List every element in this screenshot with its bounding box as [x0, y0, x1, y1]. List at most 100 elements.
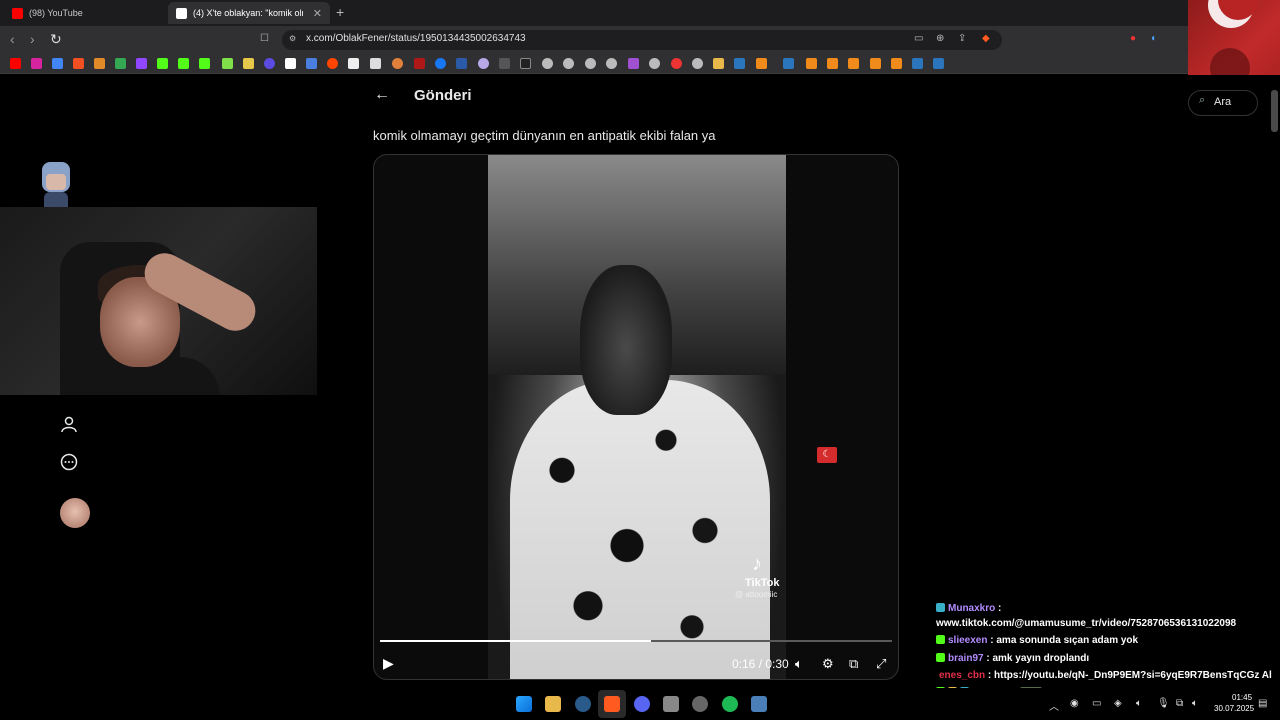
- clock-date[interactable]: 30.07.2025: [1214, 704, 1254, 713]
- back-icon[interactable]: ‹: [10, 31, 15, 47]
- bookmark-globe-icon[interactable]: [692, 58, 703, 69]
- bookmark-drive-icon[interactable]: [115, 58, 126, 69]
- app-icon[interactable]: [663, 696, 679, 712]
- bookmark-kick-icon[interactable]: [157, 58, 168, 69]
- discord-icon[interactable]: [634, 696, 650, 712]
- profile-icon[interactable]: [60, 415, 78, 438]
- post-text: komik olmamayı geçtim dünyanın en antipa…: [373, 128, 716, 143]
- forward-icon[interactable]: ›: [30, 31, 35, 47]
- bookmark-globe-icon[interactable]: [542, 58, 553, 69]
- bookmark-globe-icon[interactable]: [606, 58, 617, 69]
- bookmark-site-icon[interactable]: [520, 58, 531, 69]
- close-tab-icon[interactable]: ✕: [313, 7, 322, 20]
- bookmark-globe-icon[interactable]: [585, 58, 596, 69]
- tray-steam-icon[interactable]: ◉: [1070, 698, 1079, 709]
- bookmark-youtube-icon[interactable]: [10, 58, 21, 69]
- tab-youtube[interactable]: (98) YouTube: [4, 2, 164, 24]
- bookmark-icon[interactable]: ☐: [260, 33, 269, 44]
- notification-icon[interactable]: ▤: [1258, 698, 1267, 709]
- bookmark-site-icon[interactable]: [456, 58, 467, 69]
- bookmark-microsoft-icon[interactable]: [73, 58, 84, 69]
- volume-icon[interactable]: 🔈︎: [795, 656, 803, 672]
- video-player[interactable]: [373, 154, 899, 680]
- bookmark-folder-icon[interactable]: [713, 58, 724, 69]
- bookmark-steam-icon[interactable]: [933, 58, 944, 69]
- url-text[interactable]: x.com/OblakFener/status/1950134435002634…: [306, 33, 526, 44]
- tiktok-username: @ attoomiic: [735, 590, 778, 599]
- bookmark-site-icon[interactable]: [827, 58, 838, 69]
- brave-shield-icon[interactable]: ◆: [982, 33, 990, 44]
- tray-app-icon[interactable]: ◈: [1114, 698, 1122, 709]
- bookmark-x-icon[interactable]: [285, 58, 296, 69]
- windows-start-icon[interactable]: [516, 696, 532, 712]
- cast-icon[interactable]: ▭: [914, 33, 923, 44]
- zoom-icon[interactable]: ⊕: [936, 33, 944, 44]
- bookmark-site-icon[interactable]: [264, 58, 275, 69]
- chat-message: slieexen : ama sonunda sıçan adam yok: [936, 635, 1138, 646]
- steam-icon[interactable]: [575, 696, 591, 712]
- chat-badge-icon: [936, 603, 945, 612]
- bookmark-site-icon[interactable]: [756, 58, 767, 69]
- bookmark-reddit-icon[interactable]: [327, 58, 338, 69]
- obs-icon[interactable]: [692, 696, 708, 712]
- tray-speaker-icon[interactable]: 🔈︎: [1192, 698, 1198, 709]
- tab-x-post[interactable]: (4) X'te oblakyan: "komik olmam ✕: [168, 2, 330, 24]
- brave-browser-icon[interactable]: [604, 696, 620, 712]
- bookmark-site-icon[interactable]: [222, 58, 233, 69]
- more-icon[interactable]: [60, 453, 78, 476]
- file-explorer-icon[interactable]: [545, 696, 561, 712]
- tray-battery-icon[interactable]: ▭: [1092, 698, 1101, 709]
- bookmark-google-icon[interactable]: [52, 58, 63, 69]
- youtube-icon: [12, 7, 23, 19]
- bookmark-site-icon[interactable]: [671, 58, 682, 69]
- bookmark-globe-icon[interactable]: [649, 58, 660, 69]
- bookmark-site-icon[interactable]: [370, 58, 381, 69]
- page-scrollbar[interactable]: [1271, 90, 1278, 132]
- video-frame: [488, 155, 786, 679]
- clock-time[interactable]: 01:45: [1232, 693, 1252, 702]
- new-tab-button[interactable]: +: [336, 4, 344, 20]
- bookmark-site-icon[interactable]: [806, 58, 817, 69]
- bookmark-site-icon[interactable]: [478, 58, 489, 69]
- bookmark-site-icon[interactable]: [94, 58, 105, 69]
- video-progress-fill: [380, 640, 652, 642]
- bookmark-steam-icon[interactable]: [912, 58, 923, 69]
- share-icon[interactable]: ⇪: [958, 33, 966, 44]
- app-icon[interactable]: [751, 696, 767, 712]
- bookmark-site-icon[interactable]: [306, 58, 317, 69]
- bookmark-site-icon[interactable]: [848, 58, 859, 69]
- extension-icon[interactable]: ●: [1130, 33, 1136, 44]
- bookmark-site-icon[interactable]: [392, 58, 403, 69]
- account-avatar[interactable]: [60, 498, 90, 528]
- bookmark-site-icon[interactable]: [243, 58, 254, 69]
- bookmark-site-icon[interactable]: [870, 58, 881, 69]
- spotify-icon[interactable]: [722, 696, 738, 712]
- bookmark-kick-icon[interactable]: [178, 58, 189, 69]
- site-info-icon[interactable]: ⚙: [289, 34, 296, 43]
- tray-volume-icon[interactable]: 🔈︎: [1136, 698, 1142, 709]
- tray-mic-icon[interactable]: 🎙︎: [1157, 698, 1170, 709]
- bookmark-globe-icon[interactable]: [563, 58, 574, 69]
- bookmark-site-icon[interactable]: [414, 58, 425, 69]
- bookmark-steam-icon[interactable]: [783, 58, 794, 69]
- bookmark-site-icon[interactable]: [435, 58, 446, 69]
- audio-icon[interactable]: ◖: [1150, 33, 1156, 44]
- bookmark-kick-icon[interactable]: [199, 58, 210, 69]
- bookmark-site-icon[interactable]: [348, 58, 359, 69]
- bookmark-steam-icon[interactable]: [734, 58, 745, 69]
- tray-overflow-icon[interactable]: ︿: [1049, 698, 1059, 713]
- reload-icon[interactable]: ↻: [50, 31, 62, 48]
- bookmark-site-icon[interactable]: [891, 58, 902, 69]
- back-arrow-icon[interactable]: ←: [374, 86, 390, 104]
- bookmark-twitch-icon[interactable]: [136, 58, 147, 69]
- bookmark-site-icon[interactable]: [499, 58, 510, 69]
- tray-network-icon[interactable]: ⧉: [1176, 698, 1183, 709]
- bookmark-site-icon[interactable]: [628, 58, 639, 69]
- page-title: Gönderi: [414, 87, 472, 104]
- video-progress-bar[interactable]: [380, 640, 892, 642]
- bookmark-instagram-icon[interactable]: [31, 58, 42, 69]
- picture-in-picture-icon[interactable]: ⧉: [849, 656, 858, 672]
- fullscreen-icon[interactable]: ⤢: [876, 656, 886, 672]
- settings-gear-icon[interactable]: ⚙: [822, 656, 834, 672]
- play-icon[interactable]: ▶: [383, 655, 394, 672]
